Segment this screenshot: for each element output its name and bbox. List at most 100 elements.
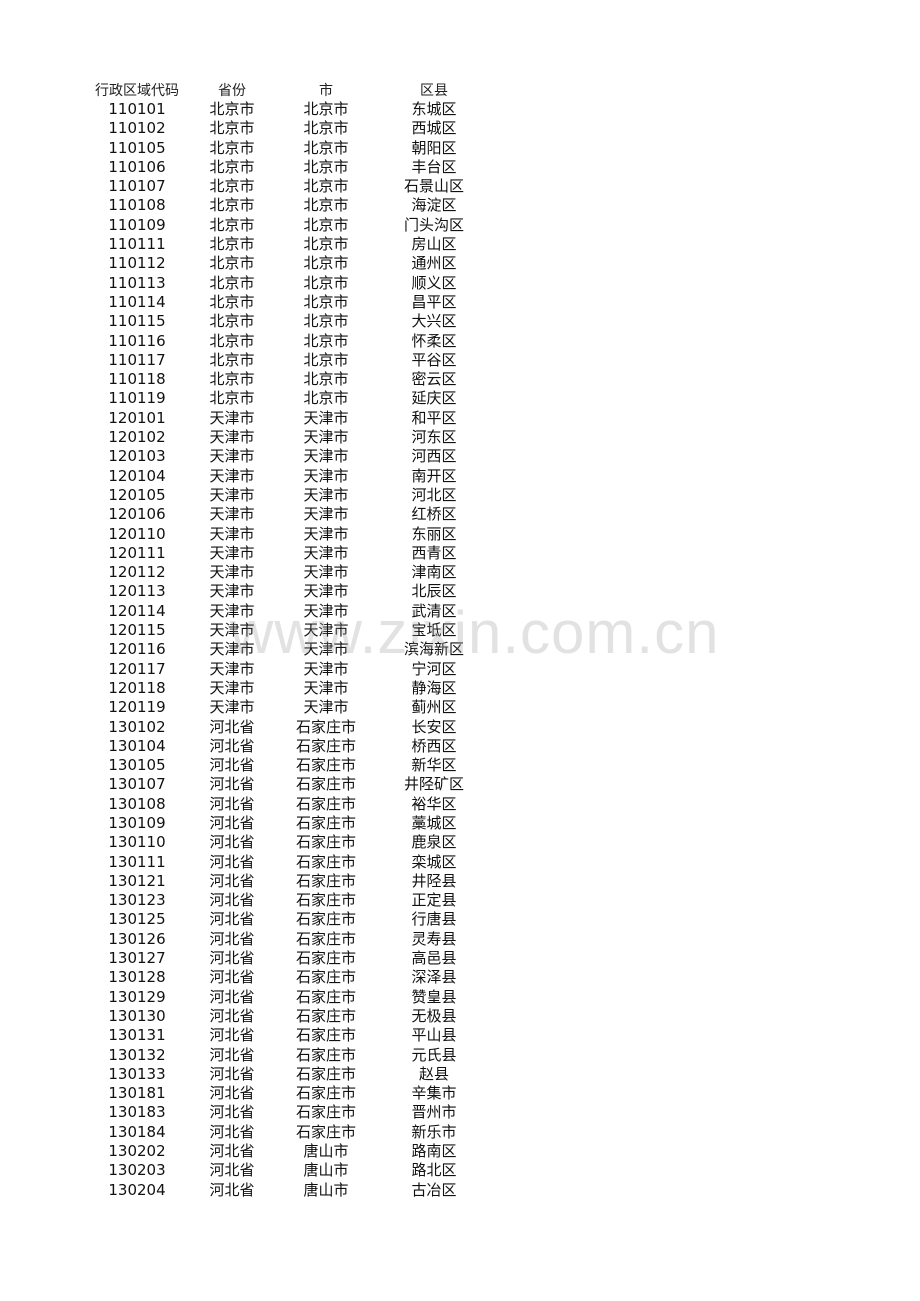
table-row: 130105 河北省 石家庄市 新华区 bbox=[84, 756, 490, 775]
table-body: 110101 北京市 北京市 东城区 110102 北京市 北京市 西城区 110105 北京市北… bbox=[84, 100, 490, 1200]
cell-province: 北京市 bbox=[209, 389, 255, 408]
cell-region-code: 130132 bbox=[108, 1045, 166, 1064]
cell-district: 西城区 bbox=[411, 119, 457, 138]
table-row: 130125 河北省 石家庄市 行唐县 bbox=[84, 910, 490, 929]
cell-region-code: 110112 bbox=[108, 254, 166, 273]
cell-region-code: 110117 bbox=[108, 350, 166, 369]
cell-province: 北京市 bbox=[209, 254, 255, 273]
cell-city: 天津市 bbox=[303, 659, 349, 678]
cell-province: 河北省 bbox=[209, 775, 255, 794]
cell-province: 北京市 bbox=[209, 157, 255, 176]
cell-province: 河北省 bbox=[209, 891, 255, 910]
cell-province: 河北省 bbox=[209, 1006, 255, 1025]
cell-city: 北京市 bbox=[303, 389, 349, 408]
table-row: 110107 北京市 北京市 石景山区 bbox=[84, 177, 490, 196]
cell-region-code: 130130 bbox=[108, 1006, 166, 1025]
cell-city: 天津市 bbox=[303, 447, 349, 466]
cell-district: 裕华区 bbox=[411, 794, 457, 813]
table-row: 120111 天津市 天津市 西青区 bbox=[84, 544, 490, 563]
cell-region-code: 130105 bbox=[108, 756, 166, 775]
cell-city: 天津市 bbox=[303, 640, 349, 659]
cell-region-code: 120114 bbox=[108, 601, 166, 620]
table-row: 110109 北京市 北京市 门头沟区 bbox=[84, 216, 490, 235]
cell-region-code: 130108 bbox=[108, 794, 166, 813]
table-row: 130108 河北省 石家庄市 裕华区 bbox=[84, 795, 490, 814]
header-region-code: 行政区域代码 bbox=[95, 83, 179, 99]
cell-city: 北京市 bbox=[303, 100, 349, 118]
header-province: 省份 bbox=[218, 83, 246, 99]
cell-region-code: 120105 bbox=[108, 485, 166, 504]
cell-city: 唐山市 bbox=[303, 1142, 349, 1161]
cell-city: 北京市 bbox=[303, 177, 349, 196]
cell-region-code: 130184 bbox=[108, 1122, 166, 1141]
cell-region-code: 120106 bbox=[108, 505, 166, 524]
table-row: 130132 河北省 石家庄市 元氏县 bbox=[84, 1046, 490, 1065]
cell-district: 南开区 bbox=[411, 466, 457, 485]
cell-province: 北京市 bbox=[209, 235, 255, 254]
cell-province: 河北省 bbox=[209, 1161, 255, 1180]
cell-district: 滨海新区 bbox=[403, 640, 464, 659]
cell-district: 灵寿县 bbox=[411, 929, 457, 948]
table-row: 130184 河北省 石家庄市 新乐市 bbox=[84, 1123, 490, 1142]
cell-region-code: 110119 bbox=[108, 389, 166, 408]
cell-region-code: 120113 bbox=[108, 582, 166, 601]
cell-district: 河西区 bbox=[411, 447, 457, 466]
cell-district: 东丽区 bbox=[411, 524, 457, 543]
cell-district: 西青区 bbox=[411, 543, 457, 562]
cell-district: 武清区 bbox=[411, 601, 457, 620]
table-row: 130204 河北省 唐山市 古冶区 bbox=[84, 1181, 490, 1200]
cell-city: 石家庄市 bbox=[295, 968, 356, 987]
table-row: 130104 河北省 石家庄市 桥西区 bbox=[84, 737, 490, 756]
cell-province: 天津市 bbox=[209, 447, 255, 466]
cell-province: 天津市 bbox=[209, 582, 255, 601]
cell-city: 北京市 bbox=[303, 215, 349, 234]
cell-city: 天津市 bbox=[303, 505, 349, 524]
cell-city: 石家庄市 bbox=[295, 1026, 356, 1045]
cell-district: 正定县 bbox=[411, 891, 457, 910]
cell-province: 天津市 bbox=[209, 466, 255, 485]
cell-province: 北京市 bbox=[209, 100, 255, 118]
cell-district: 鹿泉区 bbox=[411, 833, 457, 852]
table-row: 110119 北京市 北京市 延庆区 bbox=[84, 389, 490, 408]
cell-region-code: 120103 bbox=[108, 447, 166, 466]
cell-city: 石家庄市 bbox=[295, 756, 356, 775]
table-row: 130202 河北省 唐山市 路南区 bbox=[84, 1142, 490, 1161]
cell-district: 新乐市 bbox=[411, 1122, 457, 1141]
table-row: 120114 天津市 天津市 武清区 bbox=[84, 602, 490, 621]
cell-city: 北京市 bbox=[303, 350, 349, 369]
cell-district: 栾城区 bbox=[411, 852, 457, 871]
cell-district: 红桥区 bbox=[411, 505, 457, 524]
cell-province: 河北省 bbox=[209, 1142, 255, 1161]
cell-province: 河北省 bbox=[209, 1045, 255, 1064]
table-row: 130133 河北省 石家庄市 赵县 bbox=[84, 1065, 490, 1084]
cell-district: 井陉县 bbox=[411, 871, 457, 890]
cell-city: 石家庄市 bbox=[295, 929, 356, 948]
table-row: 130126 河北省 石家庄市 灵寿县 bbox=[84, 930, 490, 949]
cell-region-code: 120112 bbox=[108, 563, 166, 582]
cell-district: 北辰区 bbox=[411, 582, 457, 601]
cell-city: 天津市 bbox=[303, 563, 349, 582]
table-row: 130110 河北省 石家庄市 鹿泉区 bbox=[84, 833, 490, 852]
cell-city: 石家庄市 bbox=[295, 717, 356, 736]
cell-city: 天津市 bbox=[303, 698, 349, 717]
cell-region-code: 110118 bbox=[108, 370, 166, 389]
cell-province: 河北省 bbox=[209, 1122, 255, 1141]
cell-district: 和平区 bbox=[411, 408, 457, 427]
cell-province: 北京市 bbox=[209, 312, 255, 331]
cell-city: 北京市 bbox=[303, 292, 349, 311]
cell-province: 河北省 bbox=[209, 736, 255, 755]
cell-district: 大兴区 bbox=[411, 312, 457, 331]
table-row: 120119 天津市 天津市 蓟州区 bbox=[84, 698, 490, 717]
table-row: 130203 河北省 唐山市 路北区 bbox=[84, 1161, 490, 1180]
cell-region-code: 130127 bbox=[108, 949, 166, 968]
cell-city: 北京市 bbox=[303, 370, 349, 389]
cell-city: 石家庄市 bbox=[295, 1103, 356, 1122]
cell-district: 深泽县 bbox=[411, 968, 457, 987]
cell-city: 石家庄市 bbox=[295, 794, 356, 813]
cell-province: 天津市 bbox=[209, 678, 255, 697]
cell-region-code: 110101 bbox=[108, 100, 166, 118]
table-row: 110106 北京市 北京市 丰台区 bbox=[84, 158, 490, 177]
table-row: 130181 河北省 石家庄市 辛集市 bbox=[84, 1084, 490, 1103]
cell-district: 门头沟区 bbox=[403, 215, 464, 234]
cell-province: 天津市 bbox=[209, 621, 255, 640]
